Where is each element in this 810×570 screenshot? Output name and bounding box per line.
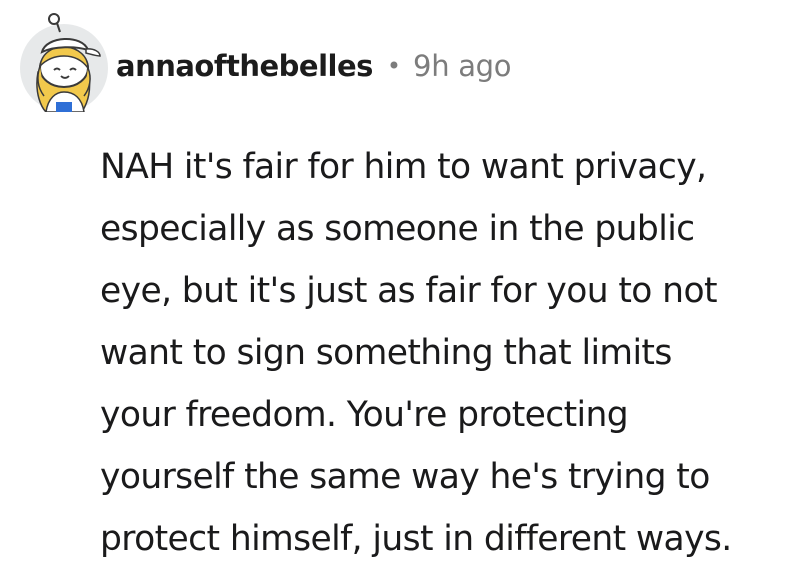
username-link[interactable]: annaofthebelles bbox=[116, 49, 373, 83]
comment-text-line: NAH it's fair for him to want privacy, bbox=[100, 147, 707, 187]
comment-text-line: yourself the same way he's trying to bbox=[100, 457, 710, 497]
comment-text-line: your freedom. You're protecting bbox=[100, 395, 629, 435]
comment-text-line: protect himself, just in different ways. bbox=[100, 519, 732, 559]
comment-text-line: want to sign something that limits bbox=[100, 333, 672, 373]
user-avatar-icon[interactable] bbox=[16, 12, 112, 112]
separator-dot: • bbox=[386, 52, 402, 80]
comment-card: annaofthebelles • 9h ago NAH it's fair f… bbox=[0, 0, 810, 560]
comment-header: annaofthebelles • 9h ago bbox=[116, 44, 512, 88]
comment-timestamp: 9h ago bbox=[413, 49, 512, 83]
comment-body: NAH it's fair for him to want privacy, e… bbox=[100, 136, 800, 570]
comment-text-line: especially as someone in the public bbox=[100, 209, 695, 249]
comment-text-line: eye, but it's just as fair for you to no… bbox=[100, 271, 717, 311]
